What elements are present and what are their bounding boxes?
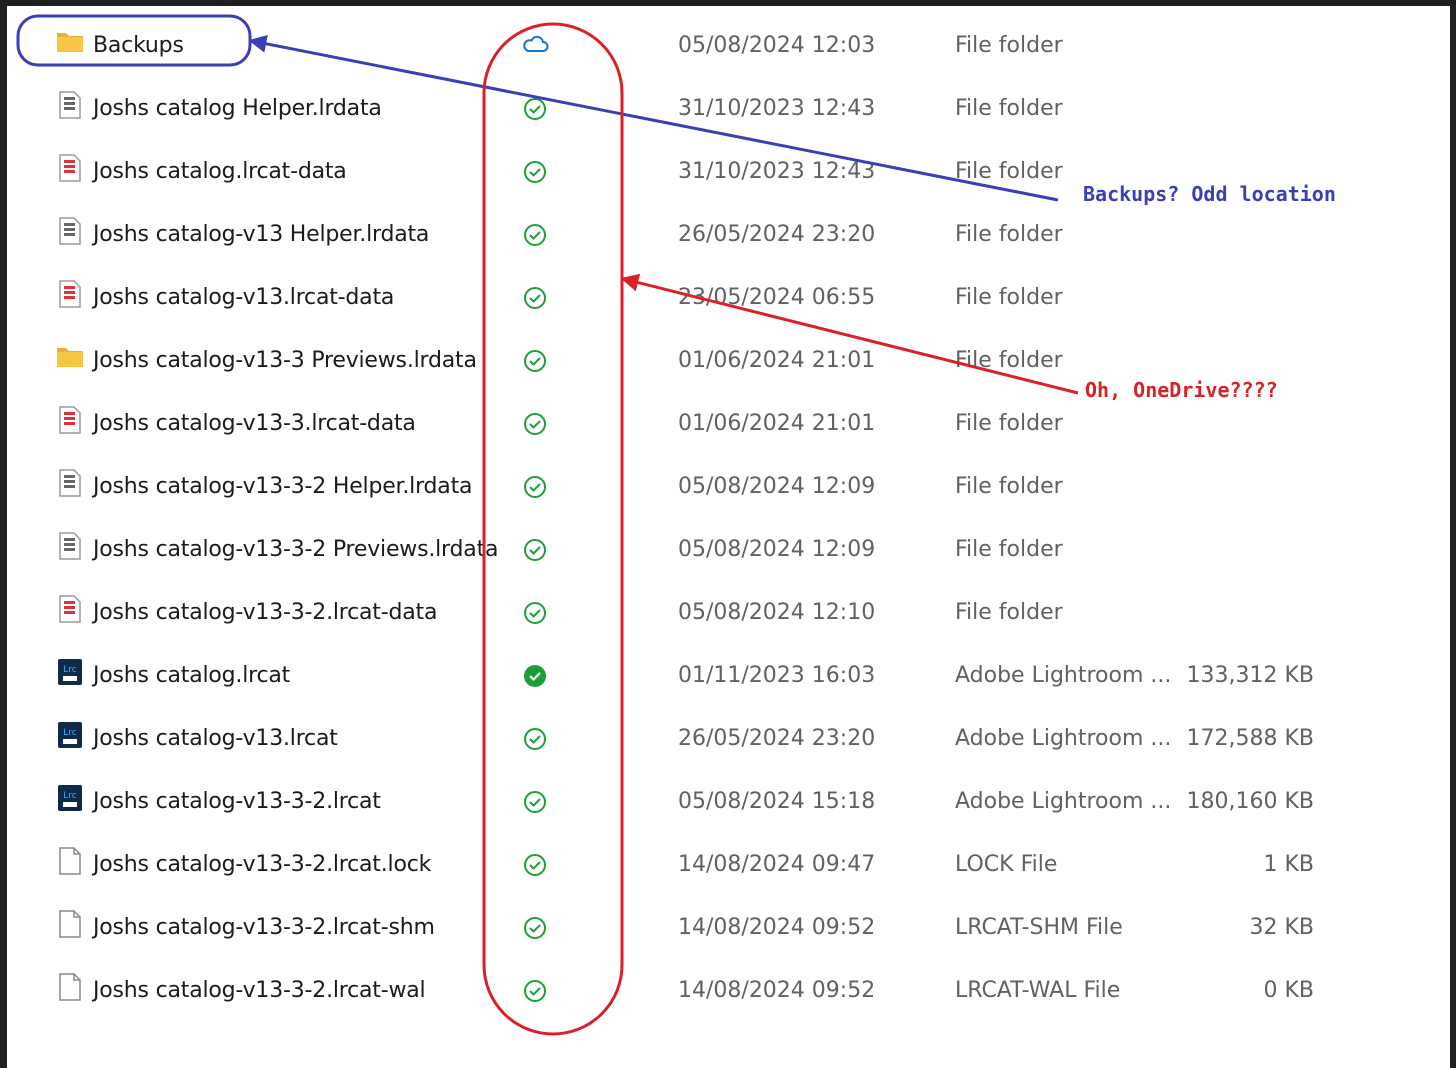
red-annotation-arrow [620, 273, 1079, 395]
annotation-backups-note: Backups? Odd location [1083, 182, 1336, 206]
status-column-highlight-outline [482, 22, 624, 1036]
annotation-onedrive-note: Oh, OneDrive???? [1085, 378, 1278, 402]
backups-highlight-outline [16, 14, 252, 67]
annotation-overlay [16, 14, 1079, 1036]
blue-annotation-arrow [248, 34, 1059, 202]
